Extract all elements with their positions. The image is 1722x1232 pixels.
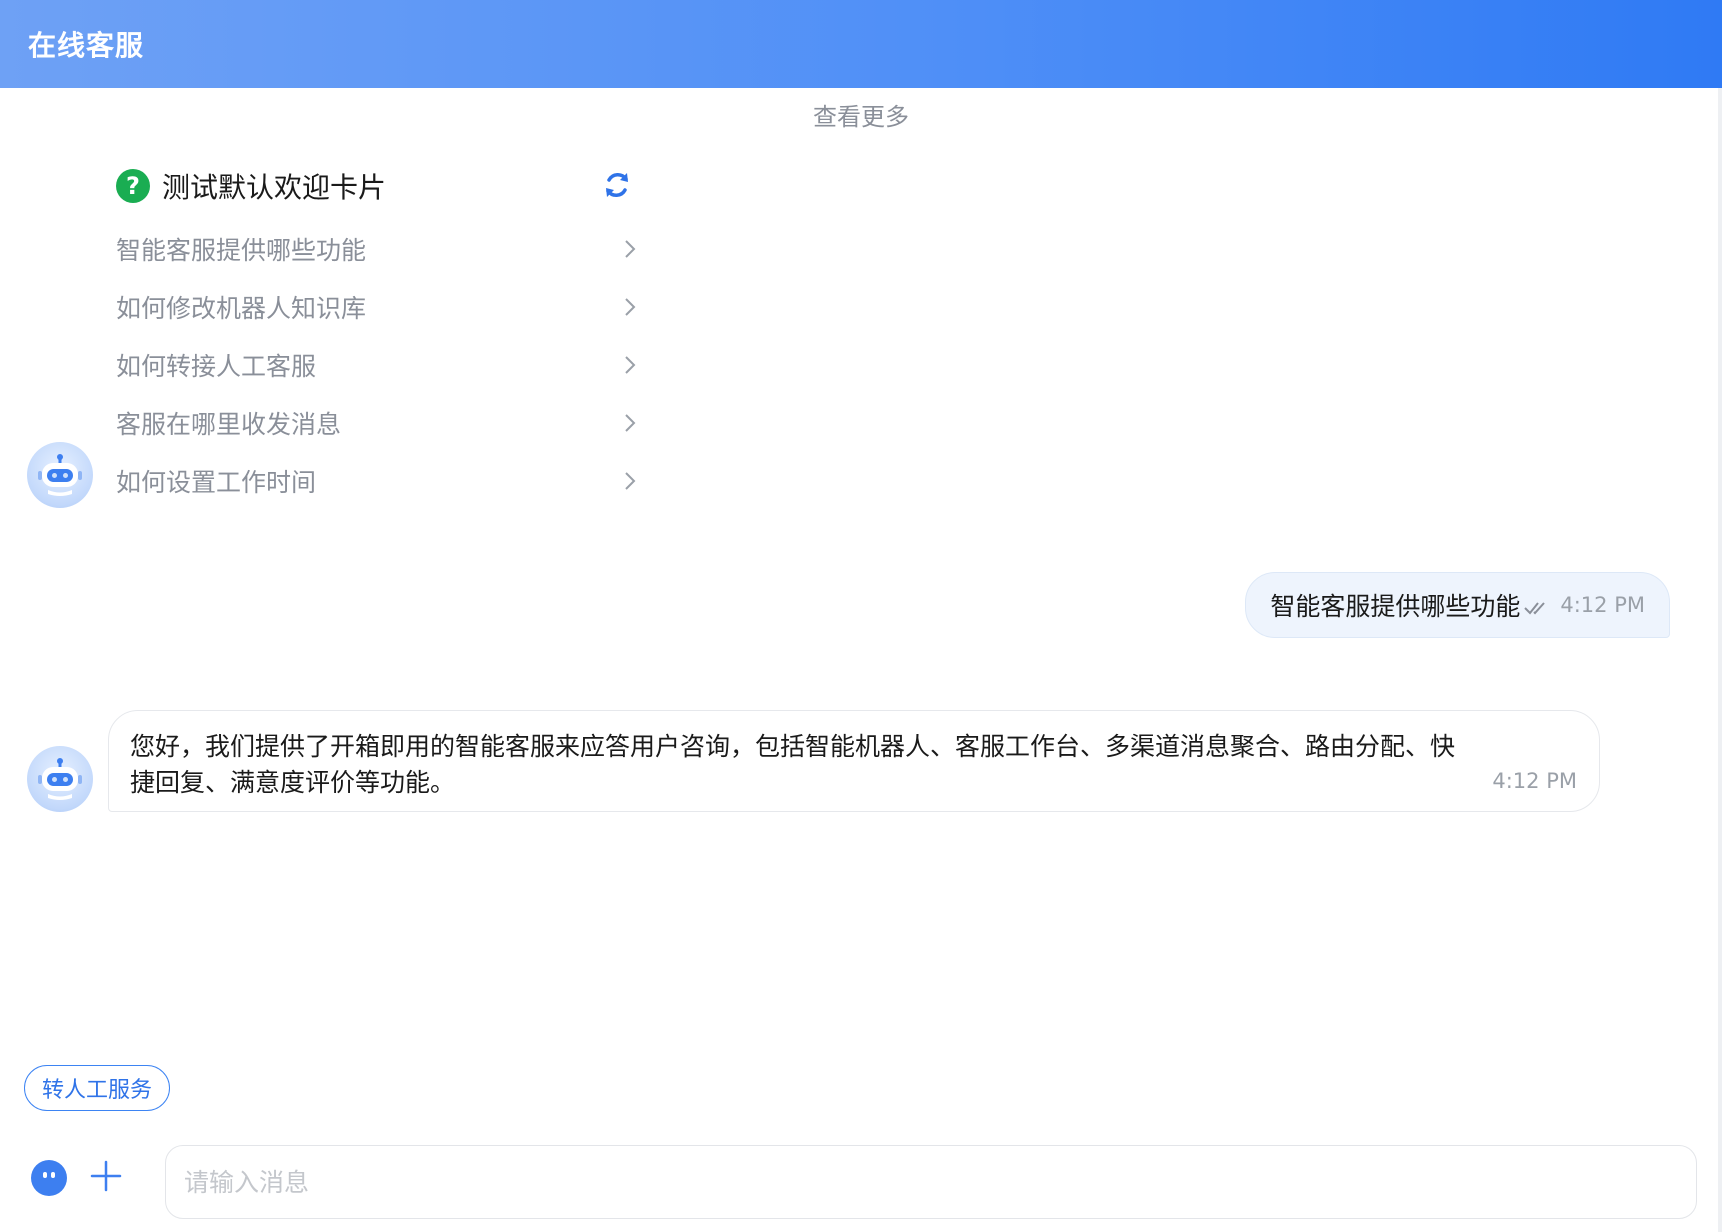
bot-avatar <box>27 442 93 508</box>
bot-message-bubble: 您好，我们提供了开箱即用的智能客服来应答用户咨询，包括智能机器人、客服工作台、多… <box>108 710 1600 812</box>
welcome-card: ? 测试默认欢迎卡片 智能客服提供哪些功能 如何修改机器人知识库 如何转接人工客… <box>116 160 646 510</box>
faq-item-label: 客服在哪里收发消息 <box>116 410 342 439</box>
chevron-right-icon <box>625 356 636 374</box>
plus-icon[interactable] <box>90 1160 122 1192</box>
chevron-right-icon <box>625 472 636 490</box>
transfer-human-button[interactable]: 转人工服务 <box>24 1065 170 1111</box>
page-title: 在线客服 <box>28 29 145 62</box>
message-time: 4:12 PM <box>1492 769 1577 793</box>
faq-list: 智能客服提供哪些功能 如何修改机器人知识库 如何转接人工客服 客服在哪里收发消息… <box>116 220 646 510</box>
double-check-icon <box>1524 602 1546 615</box>
welcome-card-header: ? 测试默认欢迎卡片 <box>116 160 646 212</box>
faq-item[interactable]: 如何转接人工客服 <box>116 336 646 394</box>
emoji-eye <box>43 1172 47 1178</box>
faq-item[interactable]: 如何设置工作时间 <box>116 452 646 510</box>
welcome-card-title: 测试默认欢迎卡片 <box>162 171 387 204</box>
faq-item-label: 如何设置工作时间 <box>116 468 317 497</box>
chat-window: 在线客服 查看更多 ? 测试默认欢迎卡片 智能客服提供哪些功能 如何修改机器人知… <box>0 0 1722 1232</box>
bot-avatar <box>27 746 93 812</box>
user-message-bubble: 智能客服提供哪些功能 4:12 PM <box>1245 572 1670 638</box>
refresh-icon[interactable] <box>600 168 634 202</box>
user-message-text: 智能客服提供哪些功能 <box>1270 592 1521 621</box>
faq-item[interactable]: 智能客服提供哪些功能 <box>116 220 646 278</box>
emoji-icon[interactable] <box>31 1160 67 1196</box>
emoji-eye <box>51 1172 55 1178</box>
chevron-right-icon <box>625 240 636 258</box>
chevron-right-icon <box>625 414 636 432</box>
faq-item[interactable]: 如何修改机器人知识库 <box>116 278 646 336</box>
load-more-link[interactable]: 查看更多 <box>0 97 1722 132</box>
header-bar: 在线客服 <box>0 0 1722 88</box>
robot-avatar-icon <box>38 454 82 496</box>
faq-item-label: 智能客服提供哪些功能 <box>116 236 367 265</box>
message-time: 4:12 PM <box>1560 593 1645 617</box>
bot-message-text: 您好，我们提供了开箱即用的智能客服来应答用户咨询，包括智能机器人、客服工作台、多… <box>130 732 1456 797</box>
window-edge <box>1718 88 1722 1232</box>
faq-item[interactable]: 客服在哪里收发消息 <box>116 394 646 452</box>
message-input[interactable] <box>165 1145 1697 1219</box>
faq-item-label: 如何转接人工客服 <box>116 352 317 381</box>
question-icon: ? <box>116 169 150 203</box>
faq-item-label: 如何修改机器人知识库 <box>116 294 367 323</box>
chevron-right-icon <box>625 298 636 316</box>
robot-avatar-icon <box>38 758 82 800</box>
